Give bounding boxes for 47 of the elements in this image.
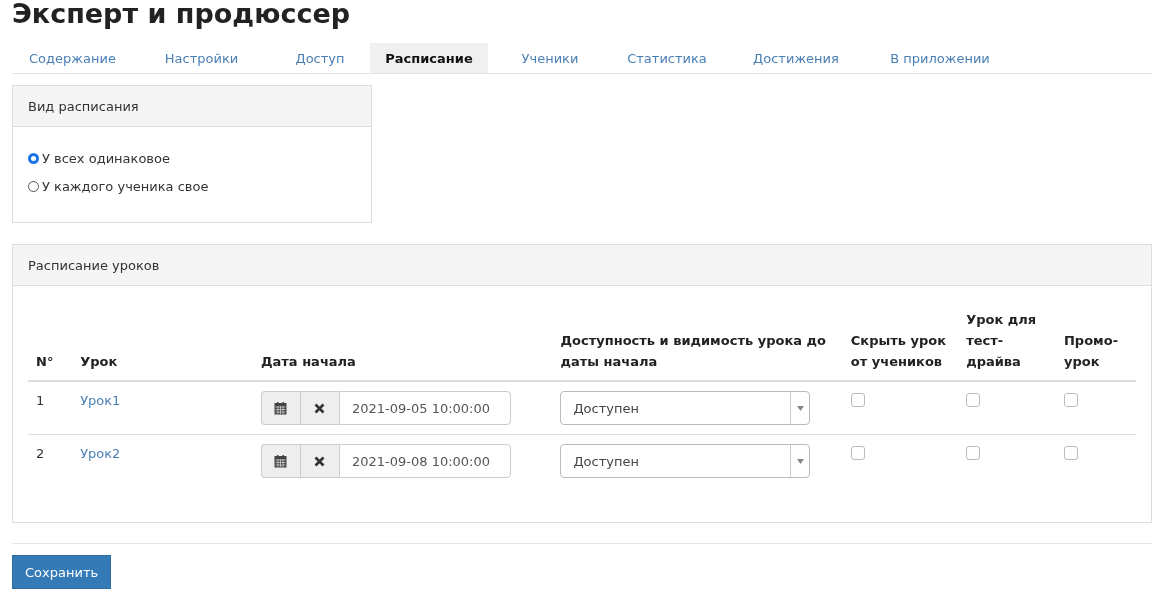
tab[interactable]: Доступ — [270, 43, 370, 73]
clear-button[interactable] — [299, 444, 339, 478]
calendar-icon — [274, 454, 288, 468]
caret-icon — [796, 405, 804, 411]
calendar-button[interactable] — [260, 391, 300, 425]
radio-button[interactable] — [28, 181, 39, 192]
column-header: Урок — [80, 354, 118, 369]
calendar-button[interactable] — [260, 444, 300, 478]
column-header: N° — [36, 354, 54, 369]
tab[interactable]: Статистика — [612, 43, 722, 73]
clear-button[interactable] — [299, 391, 339, 425]
calendar-icon — [274, 401, 288, 415]
column-header: Дата начала — [260, 354, 356, 369]
tab[interactable]: Настройки — [133, 43, 270, 73]
availability-select[interactable]: Доступен — [560, 391, 811, 425]
tab[interactable]: Содержание — [12, 43, 133, 73]
column-header: Скрыть урок от учеников — [850, 333, 947, 369]
radio-label: У каждого ученика свое — [42, 179, 209, 194]
radio-button[interactable] — [28, 153, 39, 164]
lesson-link[interactable]: Урок2 — [80, 444, 121, 461]
tab[interactable]: В приложении — [870, 43, 1010, 73]
checkbox[interactable] — [966, 446, 981, 460]
lesson-link[interactable]: Урок1 — [80, 391, 121, 408]
tab[interactable]: Достижения — [722, 43, 870, 73]
page-title: Эксперт и продюссер — [12, 0, 352, 31]
checkbox[interactable] — [850, 393, 865, 407]
checkbox[interactable] — [1064, 446, 1078, 460]
checkbox[interactable] — [966, 393, 981, 407]
panel-title: Вид расписания — [28, 98, 139, 114]
row-number: 1 — [35, 392, 45, 408]
row-number: 2 — [35, 445, 45, 461]
panel-title: Расписание уроков — [28, 257, 160, 273]
tab[interactable]: Расписание — [370, 43, 488, 73]
checkbox[interactable] — [1064, 393, 1078, 407]
caret-icon — [796, 458, 804, 464]
tab[interactable]: Ученики — [488, 43, 612, 73]
column-header: Урок для тест-драйва — [966, 312, 1037, 369]
date-input[interactable]: 2021-09-05 10:00:00 — [338, 391, 511, 425]
availability-select[interactable]: Доступен — [560, 444, 811, 478]
column-header: Доступность и видимость урока до даты начала — [560, 333, 826, 369]
column-header: Промо-урок — [1064, 333, 1119, 369]
close-icon — [314, 455, 326, 467]
checkbox[interactable] — [850, 446, 865, 460]
save-button[interactable]: Сохранить — [12, 555, 112, 589]
radio-label: У всех одинаковое — [42, 151, 170, 166]
date-input[interactable]: 2021-09-08 10:00:00 — [338, 444, 511, 478]
close-icon — [314, 402, 326, 414]
